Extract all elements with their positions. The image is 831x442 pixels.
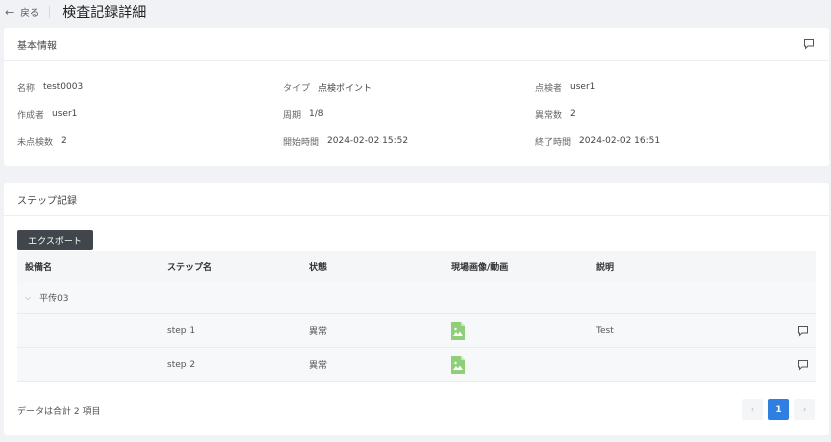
- step-records-header: ステップ記録: [4, 183, 829, 216]
- field-creator: 作成者 user1: [17, 109, 78, 121]
- back-button[interactable]: ← 戻る: [0, 5, 40, 20]
- column-header-status[interactable]: 状態: [309, 260, 451, 273]
- column-header-step[interactable]: ステップ名: [167, 260, 309, 273]
- image-icon[interactable]: [451, 321, 596, 340]
- column-header-equipment[interactable]: 設備名: [17, 260, 167, 273]
- field-name: 名称 test0003: [17, 82, 84, 94]
- field-cycle: 周期 1/8: [283, 109, 324, 121]
- comment-icon[interactable]: [797, 325, 809, 337]
- back-label: 戻る: [20, 8, 40, 19]
- basic-info-grid: 名称 test0003 タイプ 点検ポイント 点検者 user1 作成者 user1 周…: [17, 81, 817, 148]
- comment-icon[interactable]: [797, 359, 809, 371]
- group-row[interactable]: ⌵ 平传03: [17, 282, 816, 314]
- group-label: 平传03: [39, 294, 69, 304]
- page-header: ← 戻る 検査記録詳細: [0, 0, 831, 24]
- cell-actions: [766, 359, 816, 371]
- column-header-description[interactable]: 説明: [596, 260, 766, 273]
- page-title: 検査記録詳細: [62, 5, 147, 21]
- table-header: 設備名 ステップ名 状態 現場画像/動画 説明: [17, 251, 816, 282]
- cell-description: Test: [596, 325, 614, 336]
- comment-icon[interactable]: [803, 38, 815, 50]
- cell-step: step 2: [167, 359, 196, 370]
- table-row: step 2 異常: [17, 348, 816, 382]
- basic-info-card: 基本情報 名称 test0003 タイプ 点検ポイント 点検者 user1 作成者 us…: [4, 28, 829, 166]
- basic-info-title: 基本情報: [17, 40, 57, 52]
- field-uninspected-count: 未点検数 2: [17, 136, 67, 148]
- step-table: 設備名 ステップ名 状態 現場画像/動画 説明 ⌵ 平传03 step 1 異常…: [17, 251, 816, 382]
- prev-page-button[interactable]: ‹: [742, 399, 763, 420]
- field-type: タイプ 点検ポイント: [283, 83, 373, 94]
- back-arrow-icon: ←: [5, 5, 15, 19]
- image-icon[interactable]: [451, 355, 596, 374]
- cell-actions: [766, 325, 816, 337]
- field-inspector: 点検者 user1: [535, 82, 596, 94]
- export-button[interactable]: エクスポート: [17, 230, 93, 250]
- cell-media: [451, 355, 596, 374]
- table-row: step 1 異常 Test: [17, 314, 816, 348]
- cell-step: step 1: [167, 325, 196, 336]
- cell-media: [451, 321, 596, 340]
- field-end-time: 終了時間 2024-02-02 16:51: [535, 136, 661, 148]
- total-count: データは合計 2 項目: [17, 407, 101, 417]
- basic-info-header: 基本情報: [4, 28, 829, 61]
- field-start-time: 開始時間 2024-02-02 15:52: [283, 136, 409, 148]
- chevron-down-icon[interactable]: ⌵: [25, 293, 31, 303]
- next-page-button[interactable]: ›: [794, 399, 815, 420]
- pagination: ‹ 1 ›: [742, 399, 815, 420]
- page-1-button[interactable]: 1: [768, 399, 789, 420]
- cell-status: 異常: [309, 327, 328, 337]
- header-divider: [49, 6, 51, 18]
- field-abnormal-count: 異常数 2: [535, 109, 576, 121]
- column-header-media[interactable]: 現場画像/動画: [451, 260, 596, 273]
- step-records-title: ステップ記録: [17, 195, 77, 207]
- cell-status: 異常: [309, 361, 328, 371]
- step-records-card: ステップ記録 エクスポート 設備名 ステップ名 状態 現場画像/動画 説明 ⌵ …: [4, 183, 829, 435]
